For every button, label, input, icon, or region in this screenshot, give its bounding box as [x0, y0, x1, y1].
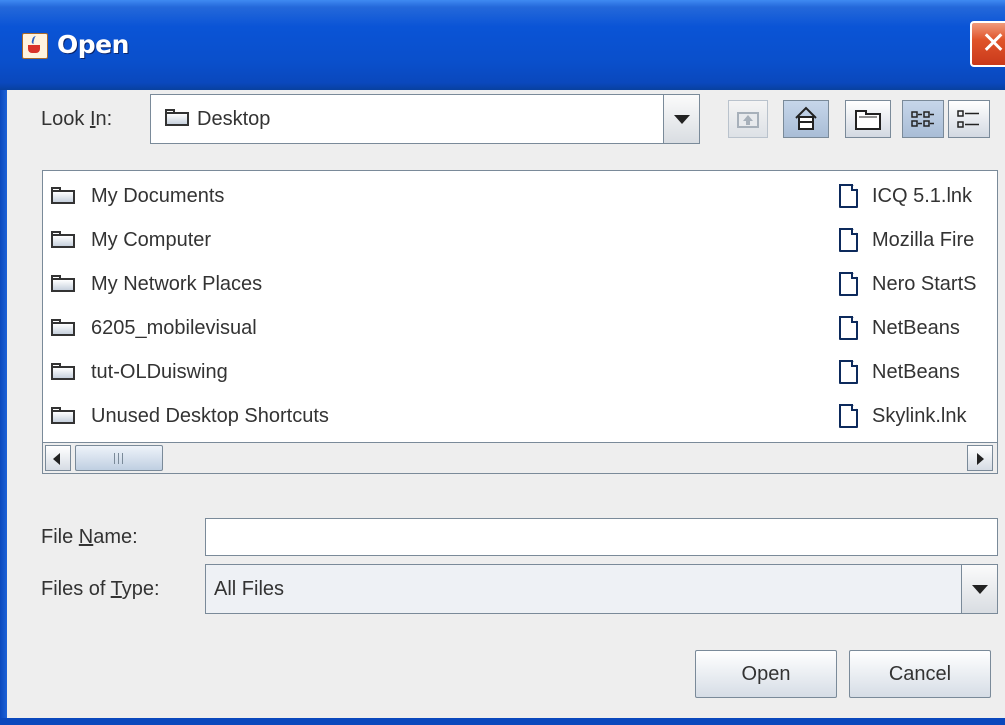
look-in-label-text: Look In: — [41, 108, 113, 130]
file-name-input[interactable] — [205, 518, 998, 556]
list-view-icon — [911, 111, 934, 127]
list-item-label: My Network Places — [91, 273, 263, 295]
new-folder-button[interactable] — [845, 100, 891, 138]
window-border-left — [0, 90, 7, 725]
dialog-body: Look In: Desktop My Documents My Compute… — [7, 90, 1005, 718]
scrollbar-thumb[interactable] — [75, 445, 163, 471]
cancel-button[interactable]: Cancel — [849, 650, 991, 698]
look-in-combo[interactable]: Desktop — [150, 94, 700, 144]
open-button[interactable]: Open — [695, 650, 837, 698]
file-list[interactable]: My Documents My Computer My Network Plac… — [42, 170, 998, 474]
window-border-bottom — [0, 718, 1005, 725]
files-of-type-combo[interactable]: All Files — [205, 564, 998, 614]
list-item-label: 6205_mobilevisual — [91, 317, 257, 339]
list-item-label: tut-OLDuiswing — [91, 361, 228, 383]
scroll-left-button[interactable] — [45, 445, 71, 471]
look-in-label: Look In: — [41, 107, 112, 131]
home-icon — [795, 106, 817, 130]
open-dialog-window: Open ✕ Look In: Desktop My Documents My … — [0, 0, 1005, 725]
folder-icon — [51, 275, 75, 292]
file-list-column-2: ICQ 5.1.lnk Mozilla Fire Nero StartS Net… — [839, 171, 997, 443]
scroll-right-button[interactable] — [967, 445, 993, 471]
close-icon: ✕ — [981, 26, 1005, 61]
list-item-label: Nero StartS — [872, 273, 977, 295]
folder-icon — [51, 407, 75, 424]
up-folder-icon — [737, 112, 759, 128]
list-item-label: NetBeans — [872, 361, 960, 383]
java-cup-icon — [22, 33, 48, 59]
file-icon — [839, 316, 859, 340]
list-item-label: My Computer — [91, 229, 212, 251]
list-item-label: Skylink.lnk — [872, 405, 967, 427]
new-folder-icon — [855, 110, 881, 130]
list-item-label: NetBeans — [872, 317, 960, 339]
folder-icon — [51, 363, 75, 380]
list-item-label: Unused Desktop Shortcuts — [91, 405, 329, 427]
file-icon — [839, 404, 859, 428]
file-icon — [839, 272, 859, 296]
details-view-icon — [957, 110, 979, 128]
close-button[interactable]: ✕ — [970, 21, 1005, 67]
file-name-label-text: File Name: — [41, 526, 138, 548]
file-icon — [839, 228, 859, 252]
folder-icon — [51, 187, 75, 204]
desktop-folder-icon — [165, 109, 189, 130]
folder-icon — [51, 319, 75, 336]
file-name-label: File Name: — [41, 525, 138, 549]
window-title: Open — [57, 30, 129, 59]
files-of-type-label-text: Files of Type: — [41, 578, 160, 600]
chevron-down-icon[interactable] — [961, 565, 997, 613]
up-one-level-button[interactable] — [728, 100, 768, 138]
title-bar[interactable]: Open ✕ — [0, 0, 1005, 90]
list-item-label: Mozilla Fire — [872, 229, 975, 251]
folder-icon — [51, 231, 75, 248]
files-of-type-label: Files of Type: — [41, 577, 160, 601]
list-view-button[interactable] — [902, 100, 944, 138]
horizontal-scrollbar[interactable] — [43, 442, 997, 473]
list-item-label: My Documents — [91, 185, 225, 207]
file-icon — [839, 360, 859, 384]
chevron-down-icon[interactable] — [663, 95, 699, 143]
files-of-type-value: All Files — [214, 578, 285, 600]
list-item-label: ICQ 5.1.lnk — [872, 185, 973, 207]
look-in-value: Desktop — [197, 108, 271, 130]
home-button[interactable] — [783, 100, 829, 138]
details-view-button[interactable] — [948, 100, 990, 138]
file-icon — [839, 184, 859, 208]
